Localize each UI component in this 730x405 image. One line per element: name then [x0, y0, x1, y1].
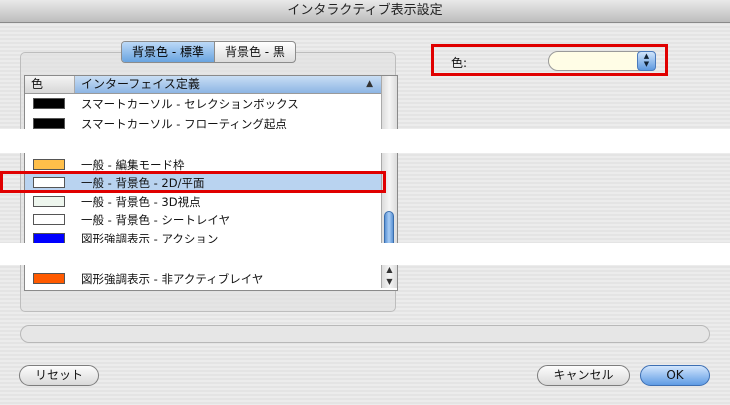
color-swatch [33, 98, 65, 109]
list-item-label: 一般 - 背景色 - シートレイヤ [81, 213, 231, 227]
cancel-button[interactable]: キャンセル [537, 365, 630, 386]
tab-background-standard[interactable]: 背景色 - 標準 [122, 42, 214, 62]
list-item-label: 図形強調表示 - 非アクティブレイヤ [81, 272, 264, 286]
ok-button[interactable]: OK [640, 365, 710, 386]
sort-ascending-icon: ▲ [366, 79, 373, 89]
highlight-box-selected-row [0, 171, 386, 193]
window-title: インタラクティブ表示設定 [287, 3, 443, 18]
column-header-color[interactable]: 色 [25, 76, 75, 93]
list-item-label: 一般 - 背景色 - 3D視点 [81, 195, 201, 209]
background-tab-segment: 背景色 - 標準 背景色 - 黒 [121, 41, 296, 63]
color-swatch [33, 214, 65, 225]
occlusion-strip [0, 243, 730, 265]
column-header-definition-label: インターフェイス定義 [81, 77, 200, 91]
color-swatch [33, 118, 65, 129]
color-swatch [33, 159, 65, 170]
highlight-box-color-setting [431, 44, 668, 76]
scroll-down-arrow-icon[interactable]: ▼ [382, 276, 397, 288]
window-titlebar: インタラクティブ表示設定 [0, 0, 730, 23]
reset-button[interactable]: リセット [19, 365, 99, 386]
list-item[interactable]: 一般 - 背景色 - 3D視点 [25, 192, 381, 212]
scroll-up-arrow-icon[interactable]: ▲ [382, 264, 397, 276]
color-swatch [33, 196, 65, 207]
list-item[interactable]: 図形強調表示 - 非アクティブレイヤ [25, 269, 381, 289]
list-item-label: スマートカーソル - セレクションボックス [81, 97, 299, 111]
status-progress-bar [20, 325, 710, 343]
list-item[interactable]: スマートカーソル - セレクションボックス [25, 94, 381, 114]
list-item[interactable]: 一般 - 背景色 - シートレイヤ [25, 210, 381, 230]
occlusion-strip [0, 129, 730, 153]
column-header-definition[interactable]: インターフェイス定義 ▲ [75, 76, 381, 93]
tab-background-black[interactable]: 背景色 - 黒 [213, 42, 295, 62]
color-swatch [33, 273, 65, 284]
list-header: 色 インターフェイス定義 ▲ [25, 76, 381, 94]
